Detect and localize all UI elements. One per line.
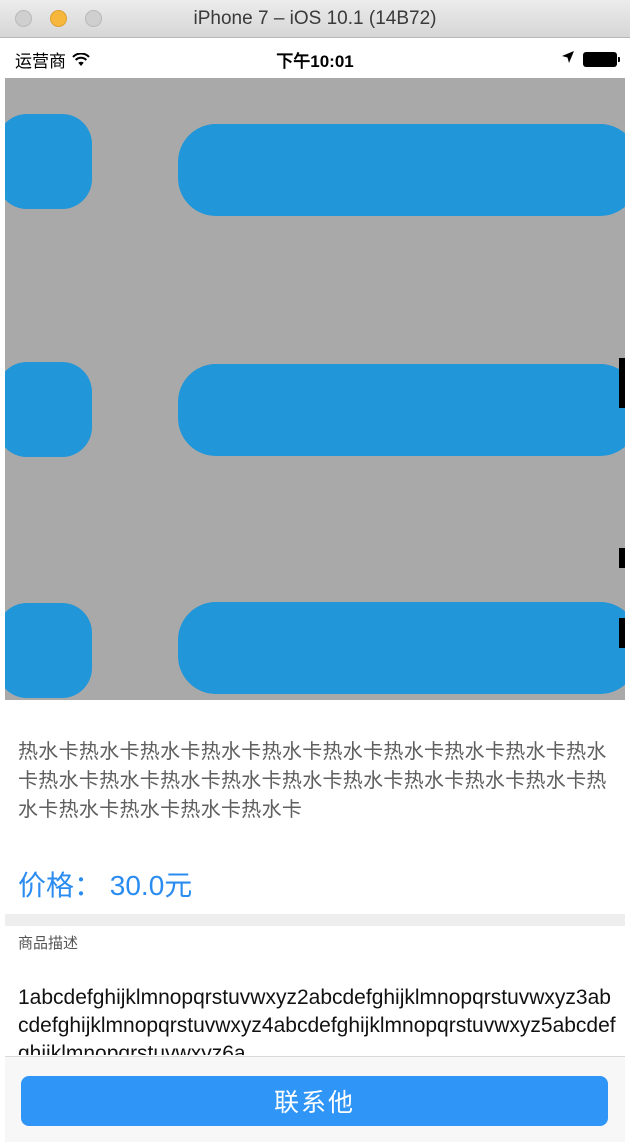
description-label: 商品描述	[18, 935, 79, 952]
contact-seller-button[interactable]: 联系他	[21, 1076, 608, 1126]
list-line-shape	[178, 364, 625, 456]
phone-screen: 运营商 下午10:01 热水卡热水卡热水卡热水卡热水卡热水卡热水卡热水卡热水卡热…	[5, 38, 625, 1142]
simulator-title-bar: iPhone 7 – iOS 10.1 (14B72)	[0, 0, 630, 38]
product-description: 1abcdefghijklmnopqrstuvwxyz2abcdefghijkl…	[18, 986, 616, 1055]
location-arrow-icon	[561, 49, 575, 69]
next-slide-edge	[619, 618, 625, 648]
next-slide-edge	[619, 548, 625, 568]
status-bar: 运营商 下午10:01	[5, 38, 625, 78]
battery-icon	[583, 51, 620, 67]
list-line-shape	[178, 602, 625, 694]
product-price: 价格： 30.0元	[18, 870, 193, 901]
product-image-carousel[interactable]	[5, 78, 625, 700]
window-title: iPhone 7 – iOS 10.1 (14B72)	[193, 8, 437, 29]
status-time: 下午10:01	[276, 52, 354, 71]
list-line-shape	[178, 124, 625, 216]
list-bullet-shape	[5, 603, 92, 698]
next-slide-edge	[619, 358, 625, 408]
list-bullet-shape	[5, 114, 92, 209]
bottom-action-bar: 联系他	[5, 1056, 625, 1142]
product-title: 热水卡热水卡热水卡热水卡热水卡热水卡热水卡热水卡热水卡热水卡热水卡热水卡热水卡热…	[18, 741, 607, 821]
list-bullet-shape	[5, 362, 92, 457]
section-divider	[5, 914, 625, 926]
status-right-group	[561, 49, 620, 69]
